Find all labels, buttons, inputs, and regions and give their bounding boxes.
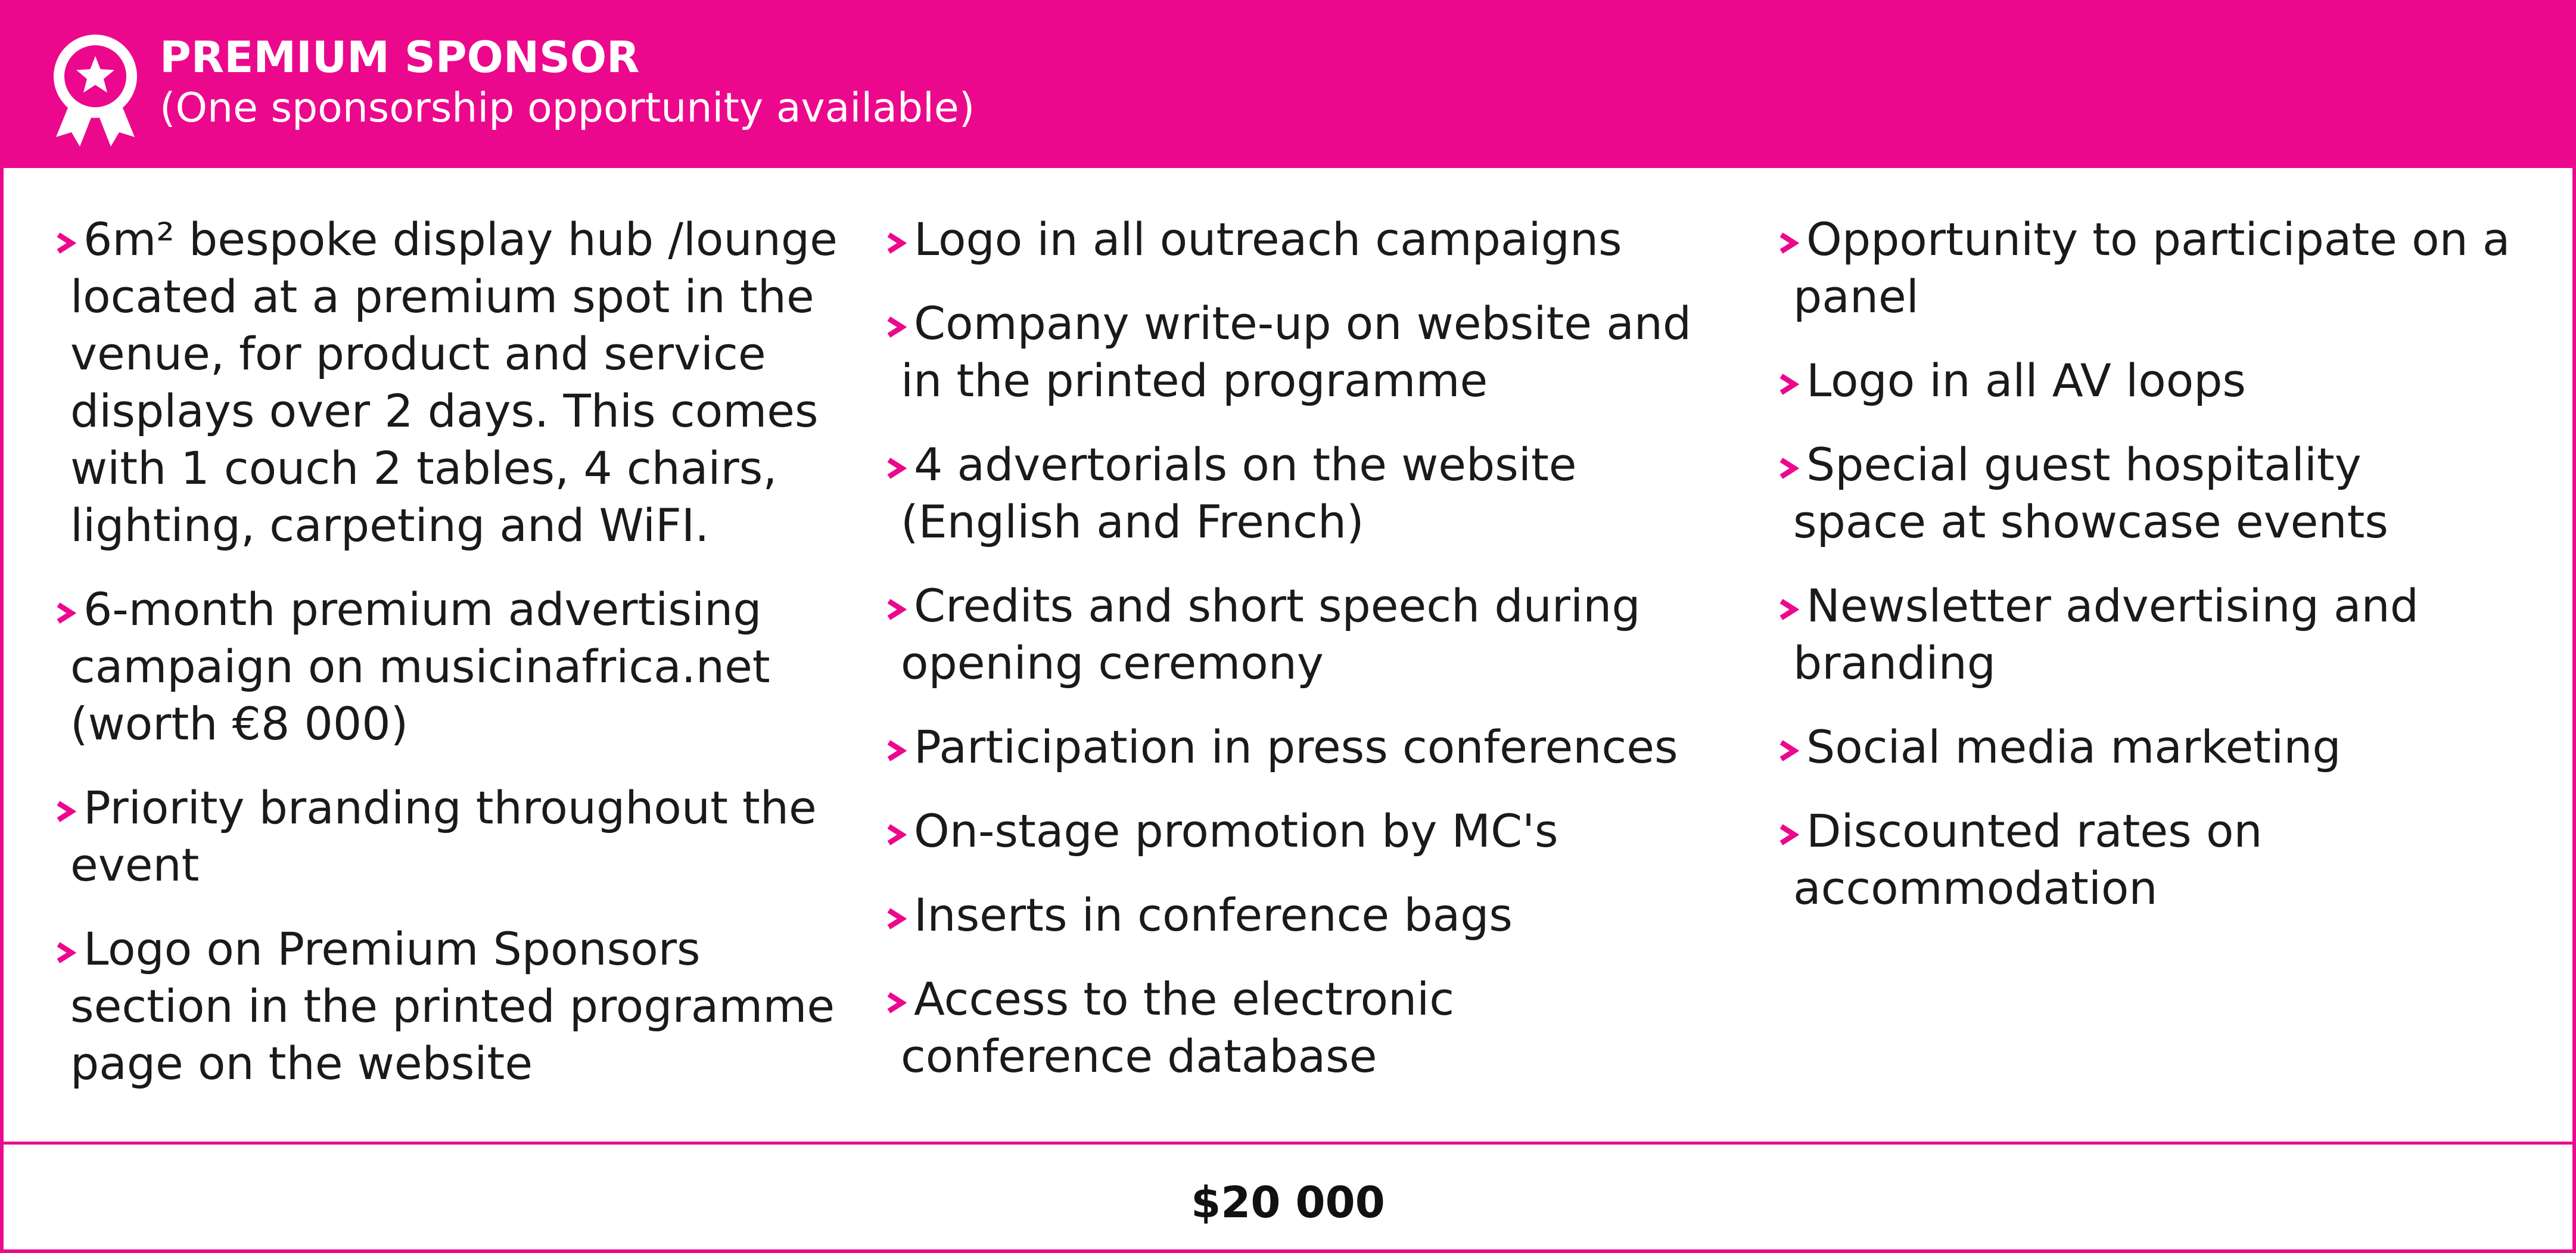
chevron-right-icon — [57, 942, 76, 963]
benefit-item: Discounted rates on accommodation — [1778, 803, 2576, 917]
chevron-right-icon — [1779, 740, 1799, 761]
award-ribbon-star-icon — [54, 35, 137, 147]
benefit-text: Logo in all AV loops — [1806, 354, 2247, 407]
sponsor-subtitle: (One sponsorship opportunity available) — [160, 85, 975, 132]
benefits-column-1: 6m² bespoke display hub /lounge located … — [55, 211, 901, 1119]
chevron-right-icon — [887, 824, 907, 845]
benefit-item: 4 advertorials on the website (English a… — [885, 436, 1731, 551]
benefit-item: 6-month premium advertising campaign on … — [55, 581, 901, 753]
chevron-right-icon — [1779, 599, 1799, 620]
benefit-text: Inserts in conference bags — [914, 888, 1513, 941]
benefit-text: Credits and short speech during opening … — [901, 579, 1641, 689]
sponsor-card: PREMIUM SPONSOR (One sponsorship opportu… — [0, 0, 2576, 1253]
benefit-item: Participation in press conferences — [885, 719, 1731, 776]
benefit-text: Access to the electronic conference data… — [901, 972, 1455, 1083]
benefit-text: 6m² bespoke display hub /lounge located … — [70, 213, 838, 552]
benefit-item: Social media marketing — [1778, 719, 2576, 776]
benefit-text: 4 advertorials on the website (English a… — [901, 438, 1577, 548]
benefit-text: On-stage promotion by MC's — [914, 804, 1558, 857]
benefits-column-3: Opportunity to participate on a panel Log… — [1778, 211, 2576, 944]
chevron-right-icon — [887, 232, 907, 254]
chevron-right-icon — [1779, 232, 1799, 254]
chevron-right-icon — [887, 908, 907, 929]
price-footer: $20 000 — [4, 1142, 2572, 1253]
benefit-text: Logo in all outreach campaigns — [914, 213, 1622, 266]
chevron-right-icon — [57, 801, 76, 822]
chevron-right-icon — [887, 992, 907, 1013]
benefit-text: Special guest hospitality space at showc… — [1793, 438, 2388, 548]
benefit-text: Participation in press conferences — [914, 720, 1678, 773]
benefit-item: Priority branding throughout the event — [55, 779, 901, 894]
benefit-text: Logo on Premium Sponsors section in the … — [70, 922, 835, 1090]
benefit-item: Access to the electronic conference data… — [885, 971, 1731, 1085]
chevron-right-icon — [887, 316, 907, 338]
chevron-right-icon — [1779, 374, 1799, 395]
benefit-text: Opportunity to participate on a panel — [1793, 213, 2510, 323]
benefit-item: Inserts in conference bags — [885, 887, 1731, 944]
chevron-right-icon — [887, 458, 907, 479]
benefit-item: Logo on Premium Sponsors section in the … — [55, 921, 901, 1092]
benefit-text: Social media marketing — [1806, 720, 2341, 773]
benefit-text: Newsletter advertising and branding — [1793, 579, 2419, 689]
price-value: $20 000 — [1191, 1177, 1385, 1227]
chevron-right-icon — [1779, 458, 1799, 479]
benefit-item: 6m² bespoke display hub /lounge located … — [55, 211, 901, 554]
benefit-item: Newsletter advertising and branding — [1778, 577, 2576, 692]
benefit-item: On-stage promotion by MC's — [885, 803, 1731, 860]
benefit-item: Credits and short speech during opening … — [885, 577, 1731, 692]
benefits-column-2: Logo in all outreach campaigns Company wr… — [885, 211, 1731, 1112]
chevron-right-icon — [57, 602, 76, 624]
card-header: PREMIUM SPONSOR (One sponsorship opportu… — [4, 4, 2572, 168]
benefit-item: Opportunity to participate on a panel — [1778, 211, 2576, 325]
chevron-right-icon — [887, 599, 907, 620]
benefit-text: Discounted rates on accommodation — [1793, 804, 2263, 915]
benefit-item: Special guest hospitality space at showc… — [1778, 436, 2576, 551]
benefit-item: Company write-up on website and in the p… — [885, 295, 1731, 409]
benefit-item: Logo in all outreach campaigns — [885, 211, 1731, 268]
chevron-right-icon — [887, 740, 907, 761]
benefit-text: 6-month premium advertising campaign on … — [70, 583, 770, 750]
chevron-right-icon — [57, 232, 76, 254]
benefit-item: Logo in all AV loops — [1778, 352, 2576, 409]
benefit-text: Company write-up on website and in the p… — [901, 297, 1692, 407]
sponsor-title: PREMIUM SPONSOR — [160, 32, 640, 82]
chevron-right-icon — [1779, 824, 1799, 845]
benefit-text: Priority branding throughout the event — [70, 781, 817, 891]
